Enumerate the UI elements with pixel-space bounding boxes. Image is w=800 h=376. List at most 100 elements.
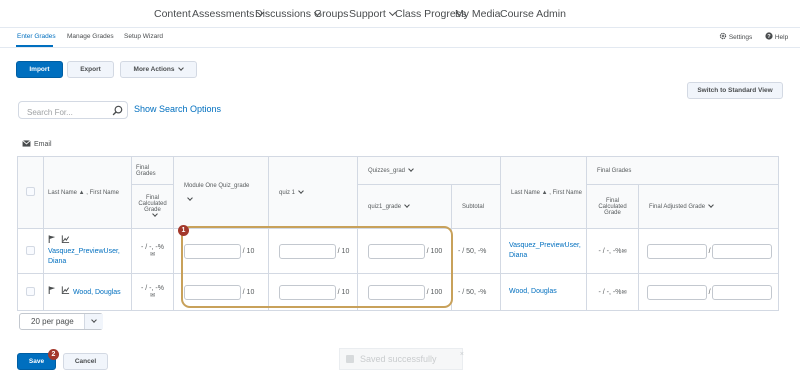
student-name-label: Wood, Douglas: [72, 289, 121, 296]
sub-navbar: Enter Grades Manage Grades Setup Wizard …: [0, 28, 800, 48]
name-header[interactable]: Last Name ▲ , First Name: [43, 156, 132, 229]
final-grades-label: Final Grades: [136, 164, 156, 177]
final-calculated-value: - / -, -%: [598, 247, 622, 255]
quiz1-grade-label: quiz1_grade: [368, 203, 402, 210]
quiz1-header[interactable]: quiz 1: [268, 156, 358, 229]
nav-discussions-label: Discussions: [255, 8, 312, 20]
final-adjusted-header[interactable]: Final Adjusted Grade: [638, 184, 779, 229]
student-name-link[interactable]: Wood, Douglas: [48, 286, 127, 298]
fraction-separator: /: [708, 247, 711, 255]
nav-content[interactable]: Content: [154, 8, 191, 20]
per-page-toggle[interactable]: [84, 314, 103, 329]
switch-standard-view-button[interactable]: Switch to Standard View: [687, 82, 783, 99]
student-cell: Vasquez_PreviewUser, Diana: [43, 228, 132, 274]
nav-groups[interactable]: Groups: [314, 8, 348, 20]
subtotal-cell: - / 50, -%: [451, 273, 501, 311]
per-page-select[interactable]: 20 per page: [19, 313, 103, 330]
export-button[interactable]: Export: [67, 61, 114, 78]
student-name-link[interactable]: Wood, Douglas: [509, 287, 582, 297]
cancel-button[interactable]: Cancel: [63, 353, 108, 370]
flag-icon[interactable]: [48, 235, 56, 243]
student-cell-2: Wood, Douglas: [500, 273, 587, 311]
show-search-options-link[interactable]: Show Search Options: [134, 104, 221, 114]
final-adjusted-cell: /: [638, 273, 779, 311]
row-checkbox[interactable]: [26, 245, 35, 255]
row-select-cell: [17, 273, 44, 311]
nav-assessments[interactable]: Assessments: [192, 8, 265, 20]
nav-assessments-label: Assessments: [192, 8, 255, 20]
final-calculated-value: - / -, -%: [598, 288, 622, 296]
svg-text:?: ?: [767, 34, 771, 40]
module-one-label: Module One Quiz_grade: [184, 182, 250, 189]
email-label: Email: [34, 141, 52, 148]
student-name-link[interactable]: Vasquez_PreviewUser, Diana: [509, 241, 582, 261]
email-link[interactable]: Email: [22, 140, 52, 148]
comment-icon[interactable]: ✉: [621, 249, 626, 255]
name-header-2[interactable]: Last Name ▲ , First Name: [500, 156, 587, 229]
final-adjusted-cell: /: [638, 228, 779, 274]
settings-link[interactable]: Settings: [719, 32, 752, 41]
more-actions-label: More Actions: [133, 66, 175, 73]
final-grades-2-label: Final Grades: [597, 167, 632, 174]
chevron-down-icon: [178, 65, 185, 71]
select-all-checkbox[interactable]: [26, 187, 35, 196]
comment-icon[interactable]: ✉: [150, 252, 155, 258]
nav-my-media[interactable]: My Media: [455, 8, 501, 20]
tab-enter-grades[interactable]: Enter Grades: [17, 33, 56, 40]
final-calculated-cell-2: - / -, -%✉: [586, 228, 639, 274]
adjusted-denominator-input[interactable]: [712, 284, 773, 300]
help-link[interactable]: ? Help: [765, 32, 788, 41]
highlight-box: [181, 226, 453, 308]
subtotal-header: Subtotal: [451, 184, 501, 229]
gear-icon: [719, 32, 727, 40]
settings-label: Settings: [728, 34, 753, 41]
tab-setup-wizard[interactable]: Setup Wizard: [124, 33, 163, 40]
tab-manage-grades[interactable]: Manage Grades: [67, 33, 114, 40]
final-calculated-header-2[interactable]: Final Calculated Grade: [586, 184, 639, 229]
flag-icon[interactable]: [48, 286, 56, 294]
module-one-header[interactable]: Module One Quiz_grade: [173, 156, 269, 229]
active-tab-underline: [16, 45, 53, 47]
final-calculated-cell: - / -, -% ✉: [131, 228, 174, 274]
chevron-down-icon: [708, 201, 714, 208]
save-toast: Saved successfully ×: [339, 345, 464, 370]
adjusted-denominator-input[interactable]: [712, 243, 773, 259]
progress-chart-icon[interactable]: [61, 286, 70, 295]
help-icon: ?: [765, 32, 773, 40]
subtotal-cell: - / 50, -%: [451, 228, 501, 274]
search-icon[interactable]: [112, 105, 123, 116]
adjusted-numerator-input[interactable]: [647, 243, 707, 259]
progress-chart-icon[interactable]: [61, 235, 70, 244]
chevron-down-icon: [91, 317, 97, 323]
final-calculated-cell: - / -, -% ✉: [131, 273, 174, 311]
final-calculated-header[interactable]: Final Calculated Grade: [131, 184, 174, 229]
more-actions-button[interactable]: More Actions: [120, 61, 197, 78]
comment-icon[interactable]: ✉: [150, 293, 155, 299]
per-page-value: 20 per page: [31, 317, 74, 326]
row-checkbox[interactable]: [26, 286, 35, 296]
adjusted-numerator-input[interactable]: [647, 284, 707, 300]
fraction-separator: /: [708, 288, 711, 296]
row-select-cell: [17, 228, 44, 274]
quiz1-label: quiz 1: [279, 189, 296, 196]
student-name-link[interactable]: Vasquez_PreviewUser, Diana: [48, 247, 127, 267]
close-icon[interactable]: ×: [460, 345, 464, 365]
subtotal-label: Subtotal: [462, 203, 485, 210]
import-button[interactable]: Import: [16, 61, 63, 78]
envelope-icon: [22, 140, 31, 147]
final-grades-header-2: Final Grades: [586, 156, 779, 185]
quizzes-grad-header[interactable]: Quizzes_grad: [357, 156, 501, 185]
nav-support[interactable]: Support: [349, 8, 396, 20]
nav-course-admin[interactable]: Course Admin: [500, 8, 566, 20]
nav-discussions[interactable]: Discussions: [255, 8, 322, 20]
quiz1-grade-header[interactable]: quiz1_grade: [357, 184, 452, 229]
help-label: Help: [774, 34, 789, 41]
final-calculated-cell-2: - / -, -%✉: [586, 273, 639, 311]
search-input[interactable]: [19, 104, 103, 121]
chevron-down-icon: [187, 194, 193, 201]
chevron-down-icon: [408, 165, 414, 172]
final-grades-header: Final Grades: [131, 156, 174, 185]
comment-icon[interactable]: ✉: [621, 290, 626, 296]
checkbox-icon: [346, 355, 354, 363]
search-box: [18, 101, 128, 121]
